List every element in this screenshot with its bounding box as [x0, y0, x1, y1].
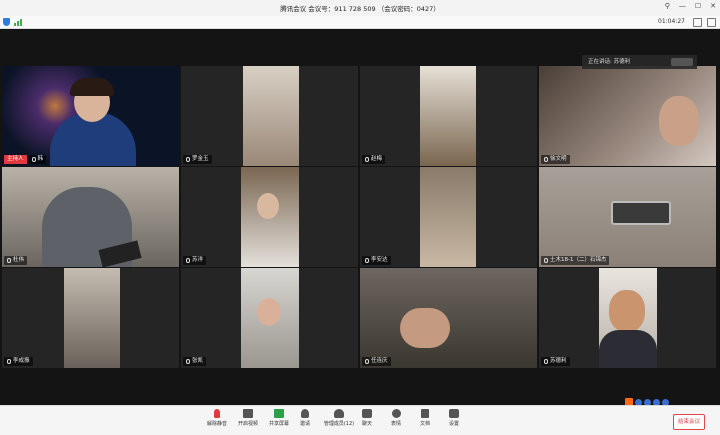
window-controls: ⚲ — ☐ ✕ — [665, 2, 716, 10]
mic-muted-icon — [7, 258, 11, 263]
video-feed — [64, 268, 120, 368]
mic-muted-icon — [544, 359, 548, 364]
speaking-indicator: 正在讲话: 苏德利 — [582, 55, 697, 69]
participant-name: 张凯 — [183, 357, 207, 366]
participant-name: 李成振 — [4, 357, 33, 366]
members-icon — [334, 409, 344, 418]
hair-shape — [70, 78, 114, 96]
video-tile[interactable]: 张凯 — [181, 268, 358, 368]
document-icon — [421, 409, 429, 418]
mic-muted-icon — [365, 359, 369, 364]
invite-icon — [301, 409, 309, 418]
video-tile[interactable]: 杜伟 — [2, 167, 179, 267]
meeting-timer: 01:04:27 — [658, 18, 685, 25]
video-tile[interactable]: 苏洋 — [181, 167, 358, 267]
title-bar: 腾讯会议 会议号：911 728 509 （会议密码：0427） ⚲ — ☐ ✕ — [0, 0, 720, 16]
face-shape — [659, 96, 699, 146]
mic-muted-icon — [31, 157, 36, 162]
participant-name: 罗金玉 — [183, 155, 212, 164]
mic-muted-icon — [544, 258, 548, 263]
video-feed — [420, 66, 476, 166]
share-screen-icon — [274, 409, 284, 418]
participant-name: 任连庆 — [362, 357, 391, 366]
status-bar: 01:04:27 — [0, 16, 720, 29]
invite-button[interactable]: 邀请 — [288, 409, 322, 427]
end-meeting-button[interactable]: 结束会议 — [673, 414, 705, 430]
video-feed — [360, 268, 537, 368]
face-shape — [609, 290, 645, 332]
video-button[interactable]: 开启视频 — [231, 409, 265, 427]
window-title: 腾讯会议 会议号：911 728 509 （会议密码：0427） — [280, 5, 440, 13]
video-tile[interactable]: 赵梅 — [360, 66, 537, 166]
person-shape — [599, 330, 657, 368]
fullscreen-icon[interactable] — [707, 18, 716, 27]
video-tile[interactable]: 苏德利 — [539, 268, 716, 368]
layout-icon[interactable] — [693, 18, 702, 27]
signal-icon[interactable] — [14, 19, 22, 26]
mic-off-icon — [214, 409, 220, 418]
video-feed — [420, 167, 476, 267]
participant-name: 杜伟 — [4, 256, 28, 265]
participant-name: 李安达 — [362, 256, 391, 265]
emoji-icon — [391, 409, 401, 418]
maximize-icon[interactable]: ☐ — [695, 2, 701, 10]
mic-muted-icon — [365, 157, 369, 162]
speaker-thumbnail — [671, 58, 693, 66]
settings-icon — [449, 409, 459, 418]
settings-button[interactable]: 设置 — [437, 409, 471, 427]
face-shape — [257, 193, 279, 219]
mic-muted-icon — [365, 258, 369, 263]
video-tile[interactable]: 徐文明 — [539, 66, 716, 166]
participant-name: 赵梅 — [362, 155, 386, 164]
video-tile[interactable]: 任连庆 — [360, 268, 537, 368]
meeting-toolbar: 解除静音 开启视频 共享屏幕 邀请 管理成员(12) 聊天 表情 文档 设置 结… — [0, 405, 720, 435]
participant-name: 主持人 韩 — [4, 155, 47, 164]
participant-name: 土木18-1（二）石锦杰 — [541, 256, 610, 265]
video-tile[interactable]: 罗金玉 — [181, 66, 358, 166]
mic-muted-icon — [544, 157, 548, 162]
video-tile[interactable]: 主持人 韩 — [2, 66, 179, 166]
hand-shape — [400, 308, 450, 348]
mic-muted-icon — [186, 157, 190, 162]
close-icon[interactable]: ✕ — [710, 2, 716, 10]
video-tile[interactable]: 李安达 — [360, 167, 537, 267]
mic-muted-icon — [7, 359, 11, 364]
chat-icon — [362, 409, 372, 418]
view-controls — [693, 18, 716, 27]
video-grid: 主持人 韩 罗金玉 赵梅 徐文明 杜伟 苏洋 李安达 土木18-1（二）石锦杰 — [0, 29, 720, 405]
video-tile[interactable]: 土木18-1（二）石锦杰 — [539, 167, 716, 267]
participant-name: 苏德利 — [541, 357, 570, 366]
minimize-icon[interactable]: — — [679, 2, 686, 10]
participant-name: 苏洋 — [183, 256, 207, 265]
host-badge: 主持人 — [4, 155, 27, 164]
video-tile[interactable]: 李成振 — [2, 268, 179, 368]
mute-button[interactable]: 解除静音 — [200, 409, 234, 427]
camera-icon — [243, 409, 253, 418]
pin-icon[interactable]: ⚲ — [665, 2, 670, 10]
mic-muted-icon — [186, 258, 190, 263]
mic-muted-icon — [186, 359, 190, 364]
video-feed — [243, 66, 299, 166]
participant-name: 徐文明 — [541, 155, 570, 164]
face-shape — [257, 298, 281, 326]
shield-icon[interactable] — [3, 18, 10, 26]
phone-shape — [611, 201, 671, 225]
